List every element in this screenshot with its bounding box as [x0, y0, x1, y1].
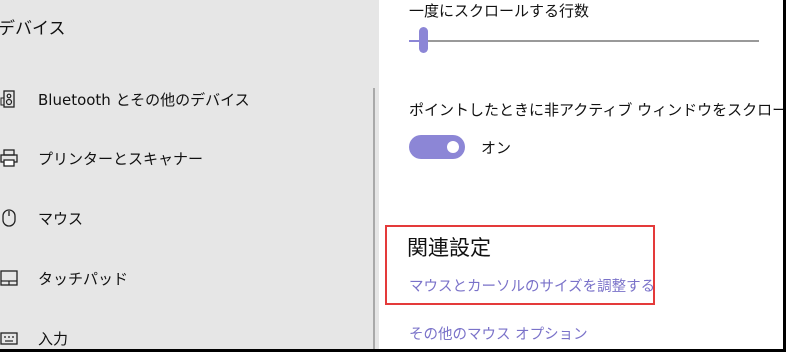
sidebar-item-bluetooth[interactable]: Bluetooth とその他のデバイス — [0, 77, 370, 121]
bluetooth-devices-icon — [0, 90, 18, 108]
inactive-scroll-toggle[interactable] — [409, 135, 465, 159]
settings-window: デバイス Bluetooth とその他のデバイス プリンターとスキャナー マウス… — [0, 0, 783, 349]
keyboard-icon — [0, 329, 18, 347]
toggle-knob — [447, 141, 459, 153]
sidebar-item-label: マウス — [38, 209, 84, 228]
related-settings-title: 関連設定 — [407, 236, 491, 260]
sidebar-item-label: 入力 — [38, 329, 69, 348]
sidebar-item-mouse[interactable]: マウス — [0, 196, 370, 240]
slider-thumb[interactable] — [419, 27, 428, 53]
main-content: 一度にスクロールする行数 ポイントしたときに非アクティブ ウィンドウをスクロール… — [379, 0, 783, 349]
printer-icon — [0, 149, 18, 167]
toggle-state-text: オン — [481, 139, 512, 157]
sidebar: デバイス Bluetooth とその他のデバイス プリンターとスキャナー マウス… — [0, 0, 379, 349]
mouse-icon — [0, 209, 18, 227]
sidebar-item-input[interactable]: 入力 — [0, 316, 370, 349]
inactive-scroll-label: ポイントしたときに非アクティブ ウィンドウをスクロールする — [409, 101, 783, 119]
scroll-lines-label: 一度にスクロールする行数 — [409, 2, 590, 20]
sidebar-item-printers[interactable]: プリンターとスキャナー — [0, 136, 370, 180]
sidebar-title: デバイス — [0, 19, 66, 39]
other-mouse-options-link[interactable]: その他のマウス オプション — [409, 323, 588, 344]
sidebar-item-label: Bluetooth とその他のデバイス — [38, 90, 250, 109]
sidebar-item-label: タッチパッド — [38, 269, 129, 288]
sidebar-item-touchpad[interactable]: タッチパッド — [0, 256, 370, 300]
sidebar-item-label: プリンターとスキャナー — [38, 149, 204, 168]
pointer-size-link[interactable]: マウスとカーソルのサイズを調整する — [409, 275, 655, 296]
scroll-lines-slider[interactable] — [409, 27, 759, 53]
touchpad-icon — [0, 269, 18, 287]
sidebar-scrollbar[interactable] — [373, 88, 375, 349]
